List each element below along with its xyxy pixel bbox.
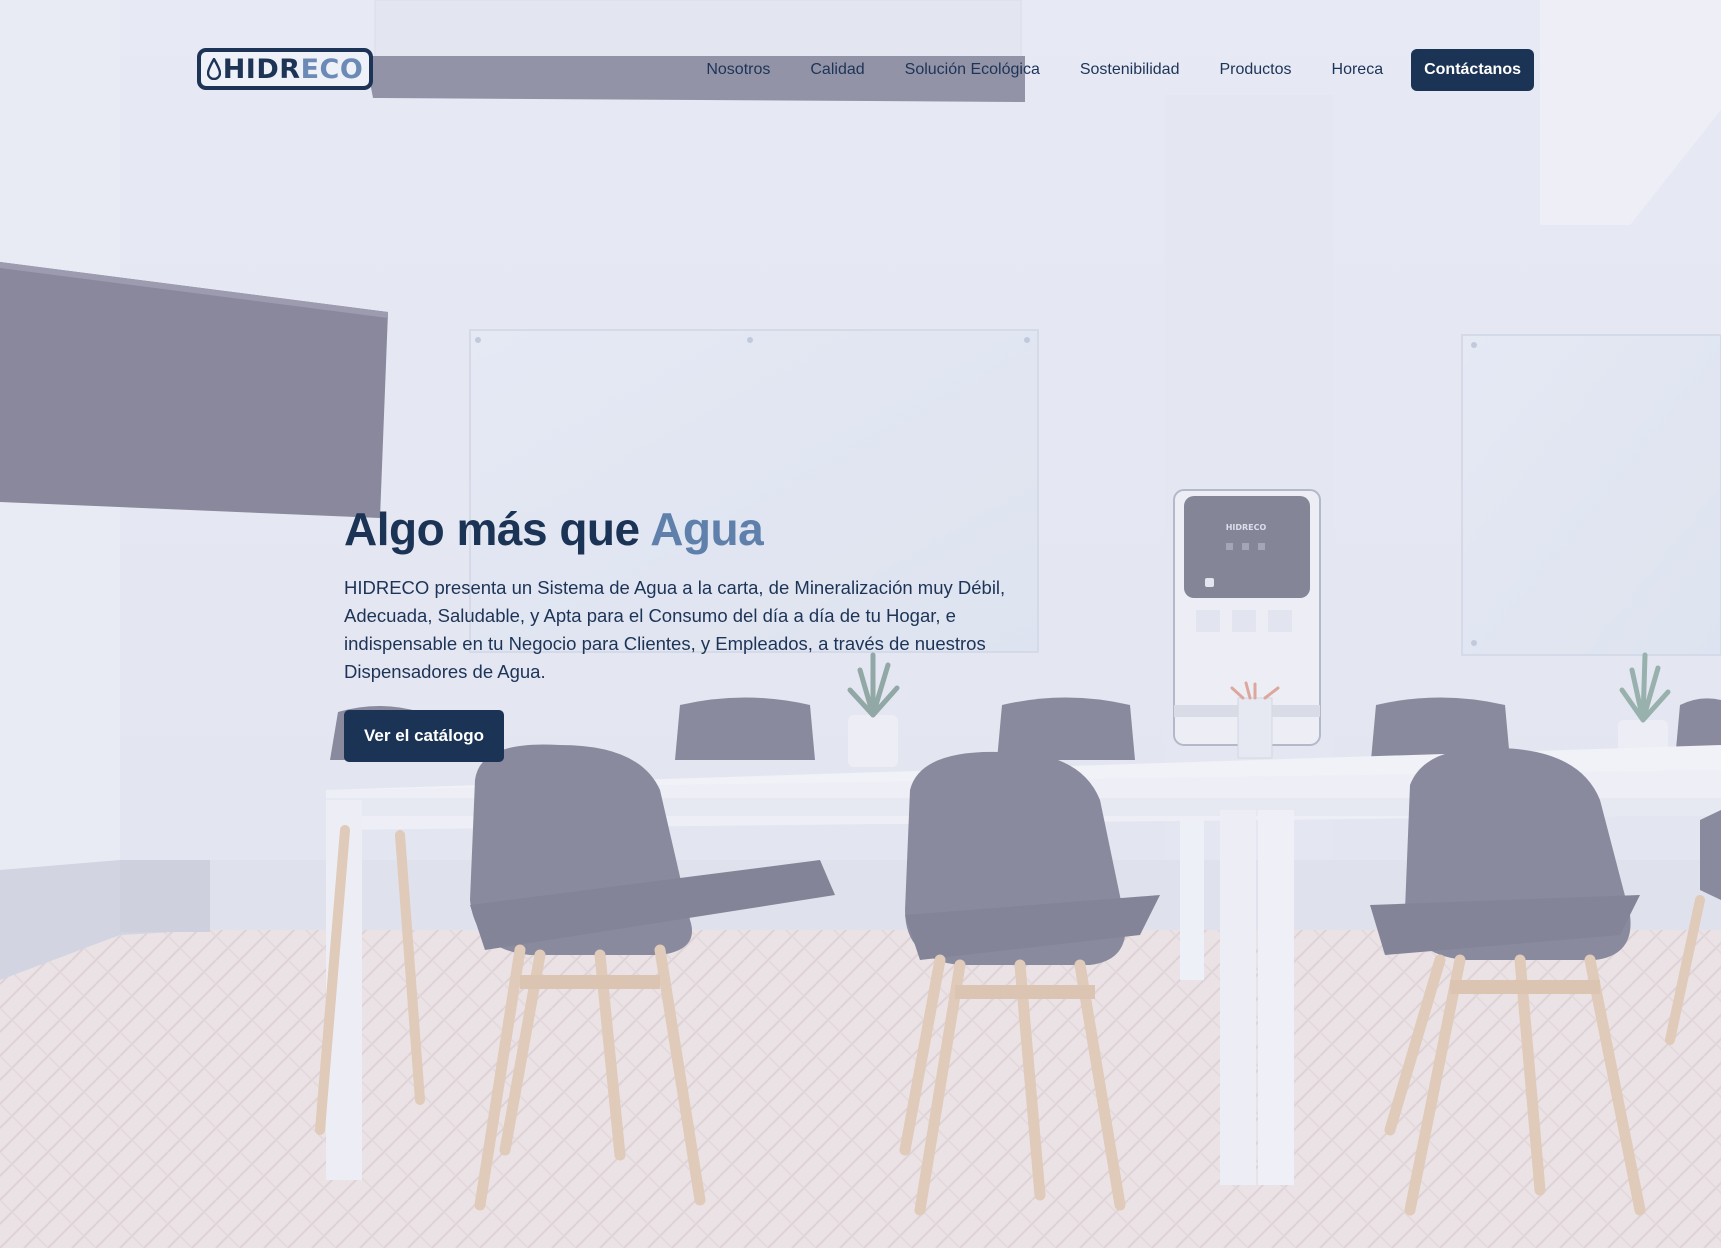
hero-title-accent: Agua [650, 503, 764, 555]
catalog-button[interactable]: Ver el catálogo [344, 710, 504, 762]
hero-title-main: Algo más que [344, 503, 651, 555]
nav-item-calidad[interactable]: Calidad [810, 61, 864, 79]
nav-item-solucion-ecologica[interactable]: Solución Ecológica [905, 61, 1040, 79]
nav-item-productos[interactable]: Productos [1219, 61, 1291, 79]
hero-section: Algo más que Agua HIDRECO presenta un Si… [344, 500, 1064, 762]
logo-text-primary: HIDR [222, 53, 301, 85]
page: HIDRECO HIDR ECO Nosotros Calidad Soluci… [0, 0, 1721, 1248]
nav-item-horeca[interactable]: Horeca [1332, 61, 1384, 79]
main-nav: Nosotros Calidad Solución Ecológica Sost… [666, 49, 1534, 91]
nav-item-sostenibilidad[interactable]: Sostenibilidad [1080, 61, 1180, 79]
hero-description: HIDRECO presenta un Sistema de Agua a la… [344, 577, 1006, 682]
nav-item-nosotros[interactable]: Nosotros [706, 61, 770, 79]
contact-button[interactable]: Contáctanos [1411, 49, 1534, 91]
hero-title: Algo más que Agua [344, 500, 1064, 558]
water-drop-icon [206, 58, 221, 80]
logo[interactable]: HIDR ECO [197, 48, 373, 90]
logo-text-accent: ECO [300, 53, 364, 85]
